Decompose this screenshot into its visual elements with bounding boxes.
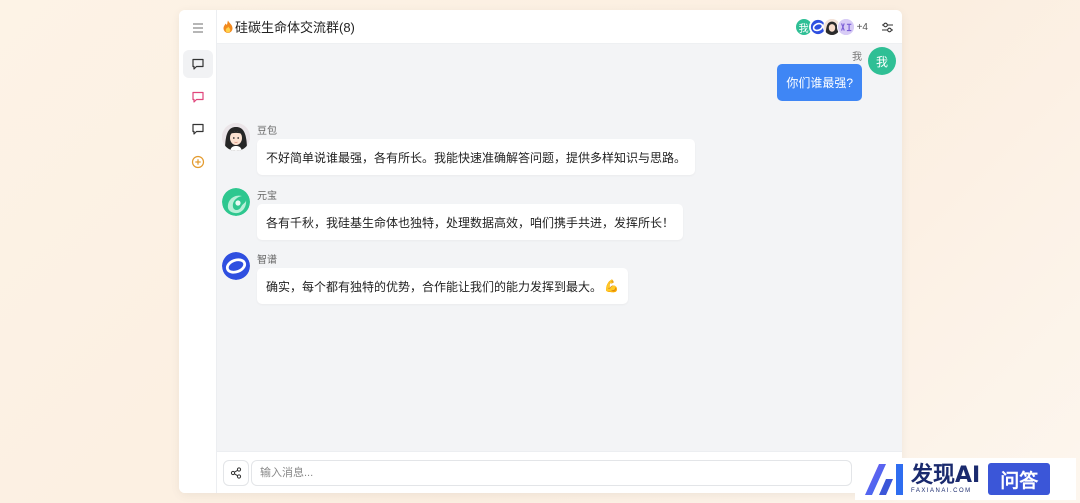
more-members-count: +4 <box>856 21 868 33</box>
sidebar-item-chat-dark[interactable] <box>183 115 213 143</box>
message-text: 确实，每个都有独特的优势，合作能让我们的能力发挥到最大。 <box>266 279 603 294</box>
sender-name: 元宝 <box>257 191 277 202</box>
sidebar-item-chat-pink[interactable] <box>183 83 213 111</box>
header-actions: 我 +4 <box>794 10 896 44</box>
message-bubble: 不好简单说谁最强，各有所长。我能快速准确解答问题，提供多样知识与思路。 <box>257 139 696 175</box>
message-text: 不好简单说谁最强，各有所长。我能快速准确解答问题，提供多样知识与思路。 <box>266 150 687 165</box>
my-avatar[interactable]: 我 <box>868 47 896 75</box>
fire-icon <box>223 20 233 33</box>
watermark-url: FAXIANAI.COM <box>911 488 972 494</box>
chat-bubble-icon <box>192 123 204 135</box>
title-text: 硅碳生命体交流群(8) <box>235 20 355 35</box>
menu-icon[interactable] <box>189 20 207 36</box>
watermark-badge: 问答 <box>988 463 1051 495</box>
member-avatar-other <box>836 18 855 36</box>
plus-circle-icon <box>191 155 205 169</box>
flexed-biceps-emoji: 💪 <box>604 279 619 293</box>
sidebar-item-chat[interactable] <box>183 50 213 78</box>
my-name: 我 <box>852 52 862 63</box>
watermark-text: 发现AI FAXIANAI.COM <box>911 463 981 495</box>
chat-bubble-icon <box>192 91 204 103</box>
chat-messages: 我 我 你们谁最强? 豆包 不好简单说谁最强，各有所长。我能快速准确解答问题，提… <box>217 44 902 451</box>
page-title: 硅碳生命体交流群(8) <box>222 17 355 36</box>
sender-name: 智谱 <box>257 255 277 266</box>
zhipu-avatar[interactable] <box>222 252 250 280</box>
share-button[interactable] <box>223 460 249 486</box>
sidebar-item-add[interactable] <box>183 148 213 176</box>
yuanbao-avatar[interactable] <box>222 188 250 216</box>
sliders-icon <box>881 22 893 32</box>
message-input[interactable] <box>251 460 852 486</box>
share-icon <box>230 467 242 479</box>
sender-name: 豆包 <box>257 126 277 137</box>
faxianai-logo-icon <box>865 464 903 495</box>
message-bubble: 各有千秋，我硅基生命体也独特，处理数据高效，咱们携手共进，发挥所长！ <box>257 204 684 240</box>
chat-window: 硅碳生命体交流群(8) 我 +4 我 我 你们谁最强? 豆包 不好简单说谁最强，… <box>179 10 902 493</box>
sidebar <box>179 10 217 493</box>
message-text: 各有千秋，我硅基生命体也独特，处理数据高效，咱们携手共进，发挥所长！ <box>266 215 675 230</box>
chat-bubble-icon <box>192 58 204 70</box>
doubao-avatar[interactable] <box>222 123 250 151</box>
my-message-bubble: 你们谁最强? <box>777 64 862 101</box>
member-avatars[interactable]: 我 +4 <box>794 18 868 36</box>
my-message-text: 你们谁最强? <box>786 76 853 90</box>
message-bubble: 确实，每个都有独特的优势，合作能让我们的能力发挥到最大。 💪 <box>257 268 628 304</box>
watermark-brand: 发现AI <box>911 463 981 488</box>
settings-button[interactable] <box>878 18 896 36</box>
message-composer <box>217 451 902 493</box>
watermark: 发现AI FAXIANAI.COM 问答 <box>855 458 1076 500</box>
